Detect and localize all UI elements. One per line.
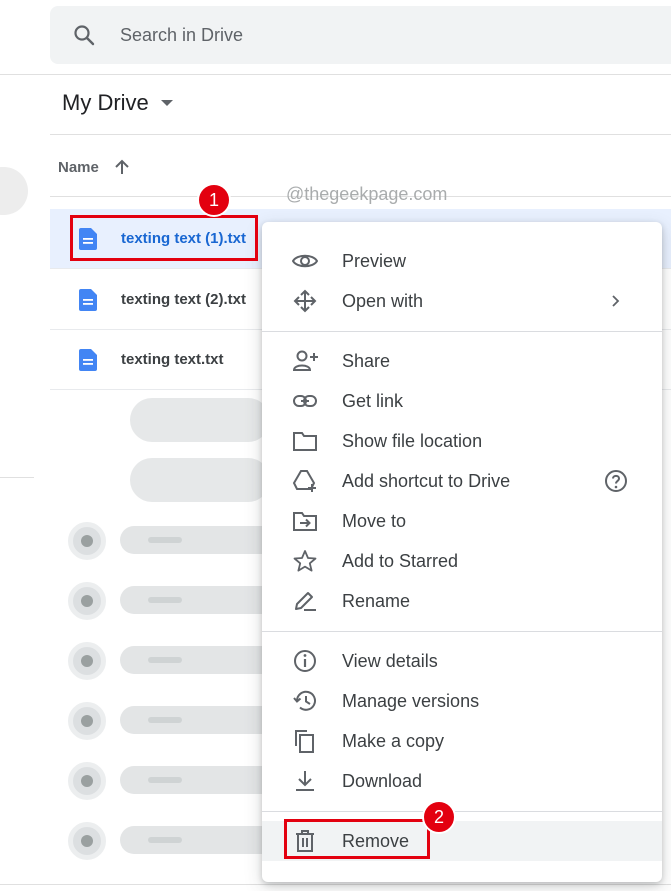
search-input[interactable]: Search in Drive <box>120 25 243 46</box>
menu-item-label: Add to Starred <box>342 550 459 571</box>
skeleton-avatar <box>68 762 106 800</box>
skeleton-avatar <box>68 642 106 680</box>
sidebar-divider <box>0 477 34 478</box>
menu-item-download[interactable]: Download <box>262 761 662 801</box>
watermark: @thegeekpage.com <box>286 184 448 204</box>
file-name[interactable]: texting text (2).txt <box>121 291 246 308</box>
menu-item-add-to-starred[interactable]: Add to Starred <box>262 541 662 581</box>
menu-item-show-file-location[interactable]: Show file location <box>262 421 662 461</box>
file-name[interactable]: texting text.txt <box>121 351 224 368</box>
folder-icon <box>293 432 317 451</box>
menu-item-manage-versions[interactable]: Manage versions <box>262 681 662 721</box>
menu-item-rename[interactable]: Rename <box>262 581 662 621</box>
bottom-divider <box>0 884 671 885</box>
menu-item-label: Show file location <box>342 430 483 451</box>
breadcrumb[interactable]: My Drive <box>62 90 173 116</box>
caret-down-icon[interactable] <box>160 100 173 106</box>
menu-item-view-details[interactable]: View details <box>262 641 662 681</box>
highlight-box-remove <box>284 819 430 859</box>
search-icon[interactable] <box>72 23 96 47</box>
menu-item-label: Add shortcut to Drive <box>342 470 511 491</box>
menu-item-label: Preview <box>342 250 407 271</box>
text-document-icon <box>79 348 97 371</box>
title-divider <box>50 134 671 135</box>
star-icon <box>293 550 317 572</box>
help-icon[interactable] <box>604 469 628 493</box>
skeleton-row <box>50 750 290 810</box>
skeleton-avatar <box>68 822 106 860</box>
menu-item-label: Download <box>342 770 423 791</box>
loading-skeleton <box>50 390 290 860</box>
skeleton-row <box>50 630 290 690</box>
download-icon <box>296 771 314 791</box>
menu-item-open-with[interactable]: Open with <box>262 281 662 321</box>
pencil-icon <box>295 592 316 611</box>
folder-move-icon <box>293 512 317 531</box>
menu-item-label: Manage versions <box>342 690 480 711</box>
header-divider <box>0 74 671 75</box>
menu-item-label: Move to <box>342 510 407 531</box>
page-title[interactable]: My Drive <box>62 90 149 116</box>
skeleton-row <box>50 690 290 750</box>
menu-item-preview[interactable]: Preview <box>262 241 662 281</box>
highlight-box-file <box>70 215 258 261</box>
skeleton-row <box>50 510 290 570</box>
person-add-icon <box>292 350 318 371</box>
menu-item-label: Open with <box>342 290 424 311</box>
skeleton-row <box>50 450 290 510</box>
step-badge-1: 1 <box>197 183 231 217</box>
eye-icon <box>292 254 318 268</box>
menu-item-label: View details <box>342 650 438 671</box>
chevron-right-icon <box>612 295 620 307</box>
search-bar[interactable]: Search in Drive <box>50 6 671 64</box>
copy-icon <box>295 730 314 753</box>
skeleton-avatar <box>68 522 106 560</box>
menu-item-make-a-copy[interactable]: Make a copy <box>262 721 662 761</box>
sort-ascending-icon[interactable] <box>113 158 131 176</box>
sidebar-new-button-remnant[interactable] <box>0 167 28 215</box>
step-badge-2: 2 <box>422 800 456 834</box>
menu-divider <box>262 631 662 632</box>
info-icon <box>294 650 316 672</box>
history-icon <box>293 690 316 711</box>
link-icon <box>293 395 317 407</box>
skeleton-row <box>50 570 290 630</box>
context-menu: Preview Open with Share Get link Show fi… <box>262 222 662 882</box>
column-header-name[interactable]: Name <box>58 158 131 176</box>
menu-divider <box>262 331 662 332</box>
menu-item-label: Get link <box>342 390 404 411</box>
menu-divider <box>262 811 662 812</box>
skeleton-placeholder <box>130 458 270 502</box>
menu-item-label: Rename <box>342 590 411 611</box>
menu-item-label: Share <box>342 350 391 371</box>
skeleton-avatar <box>68 582 106 620</box>
menu-item-add-shortcut[interactable]: Add shortcut to Drive <box>262 461 662 501</box>
menu-item-label: Make a copy <box>342 730 445 751</box>
menu-item-share[interactable]: Share <box>262 341 662 381</box>
menu-item-get-link[interactable]: Get link <box>262 381 662 421</box>
text-document-icon <box>79 288 97 311</box>
menu-item-move-to[interactable]: Move to <box>262 501 662 541</box>
drive-shortcut-icon <box>292 470 316 492</box>
skeleton-row <box>50 390 290 450</box>
move-arrows-icon <box>293 289 317 313</box>
skeleton-row <box>50 810 290 860</box>
skeleton-placeholder <box>130 398 270 442</box>
skeleton-avatar <box>68 702 106 740</box>
column-header-label[interactable]: Name <box>58 159 99 176</box>
